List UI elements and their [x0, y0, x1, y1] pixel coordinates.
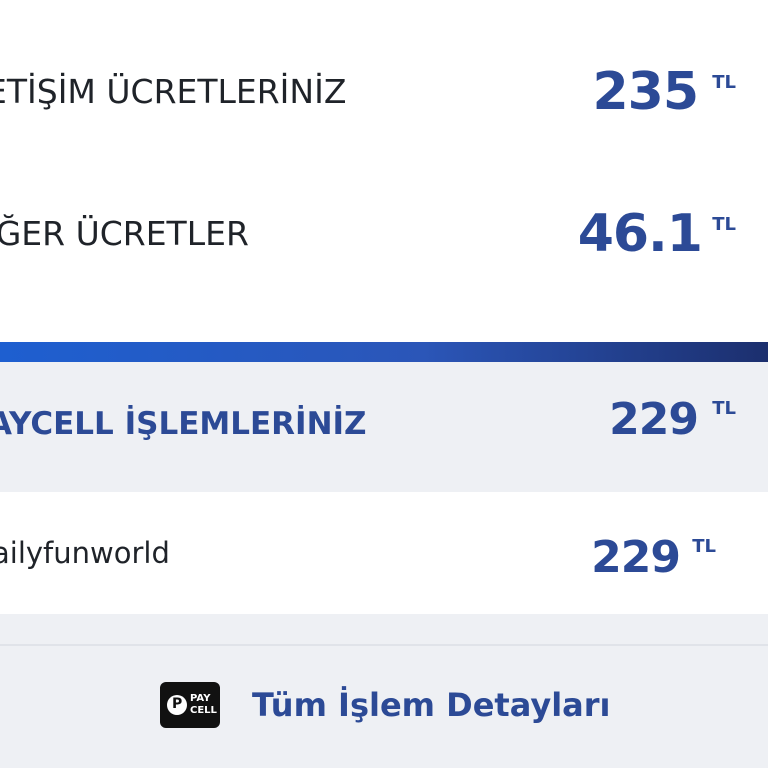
all-transaction-details-label: Tüm İşlem Detayları [252, 686, 611, 724]
transaction-details-section: P PAY CELL Tüm İşlem Detayları [0, 646, 768, 768]
communication-charges-row: ETİŞİM ÜCRETLERİNİZ 235 TL [0, 0, 768, 190]
other-charges-amount: 46.1 [577, 204, 703, 264]
paycell-transactions-header: AYCELL İŞLEMLERİNİZ 229 TL [0, 362, 768, 492]
paycell-transactions-unit: TL [712, 398, 736, 419]
paycell-transactions-label: AYCELL İŞLEMLERİNİZ [0, 406, 367, 442]
paycell-logo-icon: P PAY CELL [160, 682, 220, 728]
other-charges-label: İĞER ÜCRETLER [0, 214, 249, 253]
other-charges-unit: TL [712, 214, 736, 235]
section-spacer [0, 614, 768, 646]
all-transaction-details-button[interactable]: P PAY CELL Tüm İşlem Detayları [160, 680, 611, 730]
paycell-transactions-amount: 229 [609, 394, 699, 445]
communication-charges-amount: 235 [592, 62, 699, 122]
other-charges-row: İĞER ÜCRETLER 46.1 TL [0, 190, 768, 340]
communication-charges-unit: TL [712, 72, 736, 93]
transaction-unit: TL [692, 536, 716, 557]
transaction-amount: 229 [591, 532, 681, 583]
transaction-merchant-label: ailyfunworld [0, 536, 170, 570]
communication-charges-label: ETİŞİM ÜCRETLERİNİZ [0, 72, 347, 111]
list-item: ailyfunworld 229 TL [0, 492, 768, 614]
section-divider-bar [0, 342, 768, 362]
